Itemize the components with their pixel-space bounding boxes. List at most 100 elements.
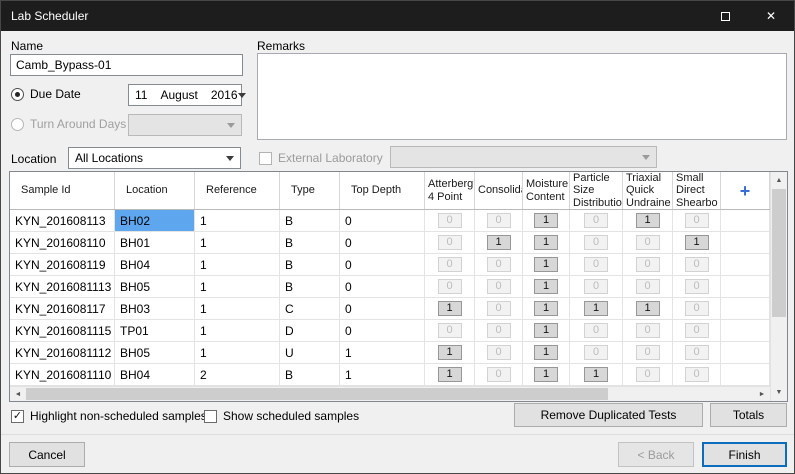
due-date-picker[interactable]: 11 August 2016 [128,84,246,106]
cell-add-column[interactable] [721,342,770,363]
test-count-badge[interactable]: 0 [635,279,660,294]
test-count-cell[interactable]: 1 [570,298,623,319]
test-count-cell[interactable]: 0 [673,320,721,341]
test-count-cell[interactable]: 1 [523,210,570,231]
test-count-badge[interactable]: 0 [486,367,511,382]
column-header-location[interactable]: Location [115,172,195,209]
test-count-badge[interactable]: 0 [486,213,511,228]
test-count-badge[interactable]: 0 [635,367,660,382]
cell-top-depth[interactable]: 0 [340,276,425,297]
cell-location[interactable]: BH04 [115,364,195,385]
cell-top-depth[interactable]: 0 [340,210,425,231]
cancel-button[interactable]: Cancel [9,442,85,467]
test-count-badge[interactable]: 0 [684,345,709,360]
cell-add-column[interactable] [721,254,770,275]
test-count-cell[interactable]: 0 [570,342,623,363]
cell-type[interactable]: B [280,210,340,231]
cell-reference[interactable]: 1 [195,298,280,319]
test-count-badge[interactable]: 0 [684,301,709,316]
external-laboratory-checkbox[interactable]: External Laboratory [259,151,383,165]
test-count-badge[interactable]: 0 [684,323,709,338]
test-count-cell[interactable]: 0 [475,254,523,275]
cell-top-depth[interactable]: 0 [340,232,425,253]
name-input[interactable] [10,54,243,76]
column-header-particle[interactable]: Particle Size Distributio [570,172,623,209]
test-count-badge[interactable]: 1 [437,345,462,360]
test-count-badge[interactable]: 0 [635,235,660,250]
test-count-badge[interactable]: 0 [684,279,709,294]
cell-location[interactable]: BH04 [115,254,195,275]
test-count-badge[interactable]: 1 [635,301,660,316]
remove-duplicated-tests-button[interactable]: Remove Duplicated Tests [514,403,703,427]
test-count-badge[interactable]: 0 [635,345,660,360]
test-count-badge[interactable]: 0 [635,323,660,338]
column-header-small[interactable]: Small Direct Shearbo [673,172,721,209]
cell-sample-id[interactable]: KYN_2016081115 [10,320,115,341]
test-count-cell[interactable]: 1 [673,232,721,253]
test-count-cell[interactable]: 0 [425,210,475,231]
cell-reference[interactable]: 2 [195,364,280,385]
cell-sample-id[interactable]: KYN_201608110 [10,232,115,253]
test-count-cell[interactable]: 1 [425,364,475,385]
cell-location[interactable]: BH03 [115,298,195,319]
test-count-badge[interactable]: 0 [437,279,462,294]
test-count-badge[interactable]: 0 [437,213,462,228]
test-count-badge[interactable]: 1 [534,345,558,360]
cell-location[interactable]: BH01 [115,232,195,253]
show-scheduled-checkbox[interactable]: Show scheduled samples [204,409,359,423]
test-count-cell[interactable]: 1 [570,364,623,385]
cell-add-column[interactable] [721,210,770,231]
cell-reference[interactable]: 1 [195,320,280,341]
cell-sample-id[interactable]: KYN_2016081112 [10,342,115,363]
test-count-badge[interactable]: 1 [534,235,558,250]
test-count-cell[interactable]: 1 [623,298,673,319]
test-count-badge[interactable]: 0 [486,279,511,294]
test-count-cell[interactable]: 0 [475,276,523,297]
cell-top-depth[interactable]: 0 [340,298,425,319]
test-count-cell[interactable]: 1 [523,364,570,385]
test-count-cell[interactable]: 0 [623,232,673,253]
test-count-cell[interactable]: 0 [570,232,623,253]
maximize-button[interactable] [702,1,748,31]
close-button[interactable]: ✕ [748,1,794,31]
test-count-cell[interactable]: 0 [673,298,721,319]
cell-location[interactable]: TP01 [115,320,195,341]
column-header-moisture[interactable]: Moisture Content [523,172,570,209]
test-count-cell[interactable]: 1 [523,342,570,363]
cell-reference[interactable]: 1 [195,276,280,297]
cell-type[interactable]: B [280,254,340,275]
test-count-cell[interactable]: 0 [425,320,475,341]
test-count-cell[interactable]: 1 [623,210,673,231]
cell-type[interactable]: D [280,320,340,341]
test-count-badge[interactable]: 0 [584,235,608,250]
add-test-column-button[interactable]: + [721,172,770,209]
test-count-badge[interactable]: 0 [635,257,660,272]
test-count-cell[interactable]: 0 [673,342,721,363]
cell-location[interactable]: BH05 [115,276,195,297]
test-count-cell[interactable]: 1 [425,298,475,319]
test-count-cell[interactable]: 1 [523,254,570,275]
test-count-badge[interactable]: 1 [486,235,511,250]
test-count-badge[interactable]: 1 [584,367,608,382]
scroll-down-button[interactable]: ▼ [771,384,787,401]
cell-reference[interactable]: 1 [195,210,280,231]
scroll-up-button[interactable]: ▲ [771,172,787,189]
test-count-badge[interactable]: 0 [437,235,462,250]
cell-sample-id[interactable]: KYN_201608113 [10,210,115,231]
column-header-consolida[interactable]: Consolida [475,172,523,209]
test-count-cell[interactable]: 1 [523,232,570,253]
test-count-badge[interactable]: 1 [534,213,558,228]
cell-top-depth[interactable]: 1 [340,342,425,363]
test-count-badge[interactable]: 1 [534,323,558,338]
test-count-badge[interactable]: 0 [684,213,709,228]
cell-reference[interactable]: 1 [195,232,280,253]
column-header-triaxial[interactable]: Triaxial Quick Undraine [623,172,673,209]
column-header-atterberg[interactable]: Atterberg 4 Point [425,172,475,209]
highlight-non-scheduled-checkbox[interactable]: Highlight non-scheduled samples [11,409,207,423]
test-count-cell[interactable]: 0 [570,320,623,341]
test-count-badge[interactable]: 1 [534,257,558,272]
totals-button[interactable]: Totals [710,403,787,427]
test-count-badge[interactable]: 0 [584,345,608,360]
test-count-badge[interactable]: 1 [534,279,558,294]
test-count-badge[interactable]: 0 [486,345,511,360]
